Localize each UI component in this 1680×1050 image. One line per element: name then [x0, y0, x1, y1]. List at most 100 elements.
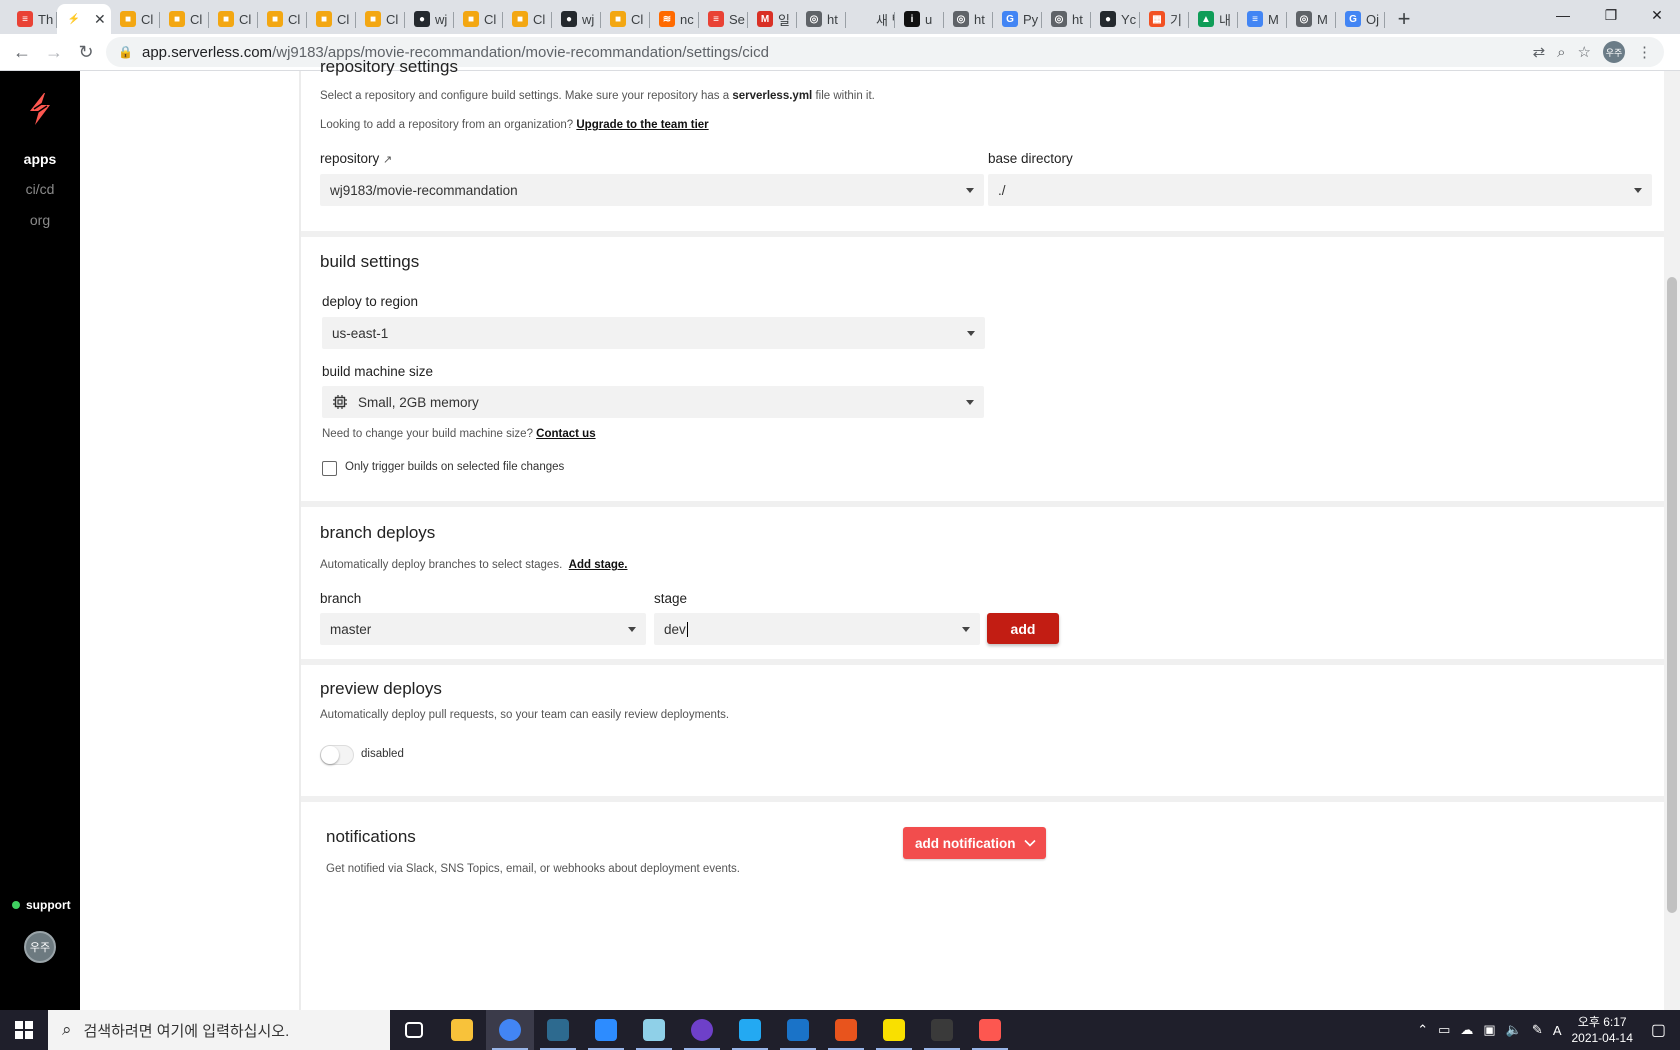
browser-tab[interactable]: M일: [748, 4, 797, 34]
sidenav-item-apps[interactable]: apps: [0, 151, 80, 167]
stage-input[interactable]: dev: [654, 613, 980, 645]
browser-tab[interactable]: ◎ ht: [944, 4, 993, 34]
browser-tab[interactable]: ■ Cl: [601, 4, 650, 34]
profile-avatar[interactable]: 우주: [1603, 41, 1625, 63]
back-button[interactable]: ←: [6, 36, 38, 68]
preview-deploys-toggle[interactable]: [320, 745, 354, 765]
branch-select[interactable]: master: [320, 613, 646, 645]
file-changes-trigger-checkbox[interactable]: [322, 461, 337, 476]
menu-kebab-icon[interactable]: ⋮: [1637, 43, 1652, 61]
new-tab-button[interactable]: +: [1389, 4, 1419, 34]
close-tab-icon[interactable]: ✕: [94, 11, 106, 28]
network-icon[interactable]: ▭: [1438, 1022, 1450, 1038]
user-avatar[interactable]: 우주: [24, 931, 56, 963]
browser-tab[interactable]: ■ Cl: [111, 4, 160, 34]
taskbar-app-button[interactable]: [774, 1010, 822, 1050]
taskbar-app-button[interactable]: [534, 1010, 582, 1050]
tab-title: wj: [582, 11, 595, 27]
notification-center-icon[interactable]: ▢: [1651, 1020, 1666, 1040]
chevron-down-icon: [966, 188, 974, 193]
tab-favicon-icon: ≋: [659, 11, 675, 27]
browser-tab[interactable]: ■ Cl: [209, 4, 258, 34]
browser-tab[interactable]: iu: [895, 4, 944, 34]
translate-icon[interactable]: ⇄: [1533, 43, 1546, 61]
scrollbar-thumb[interactable]: [1667, 277, 1677, 913]
browser-tab[interactable]: ■ Cl: [356, 4, 405, 34]
restore-button[interactable]: ❐: [1586, 0, 1636, 30]
taskbar-app-button[interactable]: [630, 1010, 678, 1050]
taskbar-search-box[interactable]: ⌕ 검색하려면 여기에 입력하십시오.: [48, 1010, 390, 1050]
tab-favicon-icon: ■: [365, 11, 381, 27]
browser-tab[interactable]: G Py: [993, 4, 1042, 34]
tab-title: 새 탭: [876, 12, 895, 28]
browser-tab[interactable]: ● wj: [405, 4, 454, 34]
deploy-region-select[interactable]: us-east-1: [322, 317, 985, 349]
taskbar-app-button[interactable]: [966, 1010, 1014, 1050]
browser-tab[interactable]: ● Yc: [1091, 4, 1140, 34]
zoom-icon: [595, 1019, 617, 1041]
taskbar-app-button[interactable]: [870, 1010, 918, 1050]
browser-tab[interactable]: ■ Cl: [160, 4, 209, 34]
tab-favicon-icon: ■: [463, 11, 479, 27]
browser-tab[interactable]: ≡ M: [1238, 4, 1287, 34]
tab-favicon-icon: ●: [1100, 11, 1116, 27]
contact-us-link[interactable]: Contact us: [536, 428, 595, 440]
taskbar-app-button[interactable]: [678, 1010, 726, 1050]
browser-tab[interactable]: ■ Cl: [454, 4, 503, 34]
browser-tab[interactable]: ≋ nc: [650, 4, 699, 34]
page-scrollbar[interactable]: [1664, 71, 1680, 1010]
browser-tab[interactable]: ≡ Se: [699, 4, 748, 34]
browser-tab[interactable]: ● wj: [552, 4, 601, 34]
taskbar-app-button[interactable]: [918, 1010, 966, 1050]
tray-expand-icon[interactable]: ⌃: [1417, 1022, 1428, 1038]
chevron-down-icon: [967, 331, 975, 336]
repository-select[interactable]: wj9183/movie-recommandation: [320, 174, 984, 206]
reload-button[interactable]: ↻: [70, 36, 102, 68]
minimize-button[interactable]: —: [1538, 0, 1588, 30]
browser-tab[interactable]: ≡ Th: [8, 4, 57, 34]
taskbar-clock[interactable]: 오후 6:17 2021-04-14: [1571, 1014, 1632, 1046]
external-link-icon[interactable]: ↗: [383, 154, 392, 166]
zoom-icon[interactable]: ⌕: [1557, 44, 1565, 61]
sidenav-item-cicd[interactable]: ci/cd: [0, 181, 80, 197]
browser-tab[interactable]: ◎ M: [1287, 4, 1336, 34]
browser-tab[interactable]: ■ Cl: [307, 4, 356, 34]
tab-title: Cl: [631, 11, 644, 27]
taskbar-app-button[interactable]: [726, 1010, 774, 1050]
windows-start-button[interactable]: [0, 1010, 48, 1050]
browser-tab[interactable]: ■ Cl: [503, 4, 552, 34]
onedrive-cloud-icon[interactable]: ☁: [1460, 1022, 1473, 1038]
add-branch-deploy-button[interactable]: add: [987, 613, 1059, 644]
browser-tab[interactable]: ▲ 내: [1189, 4, 1238, 34]
pen-icon[interactable]: ✎: [1532, 1022, 1543, 1038]
base-directory-select[interactable]: ./: [988, 174, 1652, 206]
close-window-button[interactable]: ✕: [1632, 0, 1680, 30]
browser-tab[interactable]: 새 탭: [846, 4, 895, 34]
support-link[interactable]: support: [12, 898, 71, 912]
browser-tab[interactable]: ◎ ht: [797, 4, 846, 34]
taskbar-app-button[interactable]: [822, 1010, 870, 1050]
sidenav-item-org[interactable]: org: [0, 212, 80, 228]
add-notification-button[interactable]: add notification: [903, 827, 1046, 859]
browser-tab[interactable]: ◎ ht: [1042, 4, 1091, 34]
browser-tab[interactable]: ⚡ ✕: [57, 4, 111, 34]
volume-icon[interactable]: 🔈: [1506, 1022, 1522, 1038]
browser-tabstrip: ≡ Th ⚡ ✕ ■ Cl ■ Cl ■ Cl ■ Cl ■ Cl ■ Cl ● wj ■ Cl ■ Cl ● wj ■ Cl ≋ n…: [0, 0, 1680, 34]
display-icon[interactable]: ▣: [1483, 1022, 1495, 1038]
browser-tab[interactable]: ▦ 기: [1140, 4, 1189, 34]
forward-button[interactable]: →: [38, 36, 70, 68]
taskbar-app-button[interactable]: [438, 1010, 486, 1050]
browser-tab[interactable]: G Oj: [1336, 4, 1385, 34]
build-machine-size-select[interactable]: Small, 2GB memory: [322, 386, 984, 418]
windows-logo-icon: [15, 1021, 33, 1039]
taskbar-app-button[interactable]: [582, 1010, 630, 1050]
ime-indicator[interactable]: A: [1553, 1023, 1562, 1038]
browser-tab[interactable]: ■ Cl: [258, 4, 307, 34]
add-stage-link[interactable]: Add stage.: [569, 559, 628, 571]
tab-title: Cl: [239, 11, 252, 27]
bookmark-star-icon[interactable]: ☆: [1578, 43, 1591, 61]
taskbar-app-button[interactable]: [390, 1010, 438, 1050]
taskbar-app-button[interactable]: [486, 1010, 534, 1050]
upgrade-team-tier-link[interactable]: Upgrade to the team tier: [576, 119, 708, 131]
serverless-logo-icon[interactable]: [26, 91, 54, 127]
